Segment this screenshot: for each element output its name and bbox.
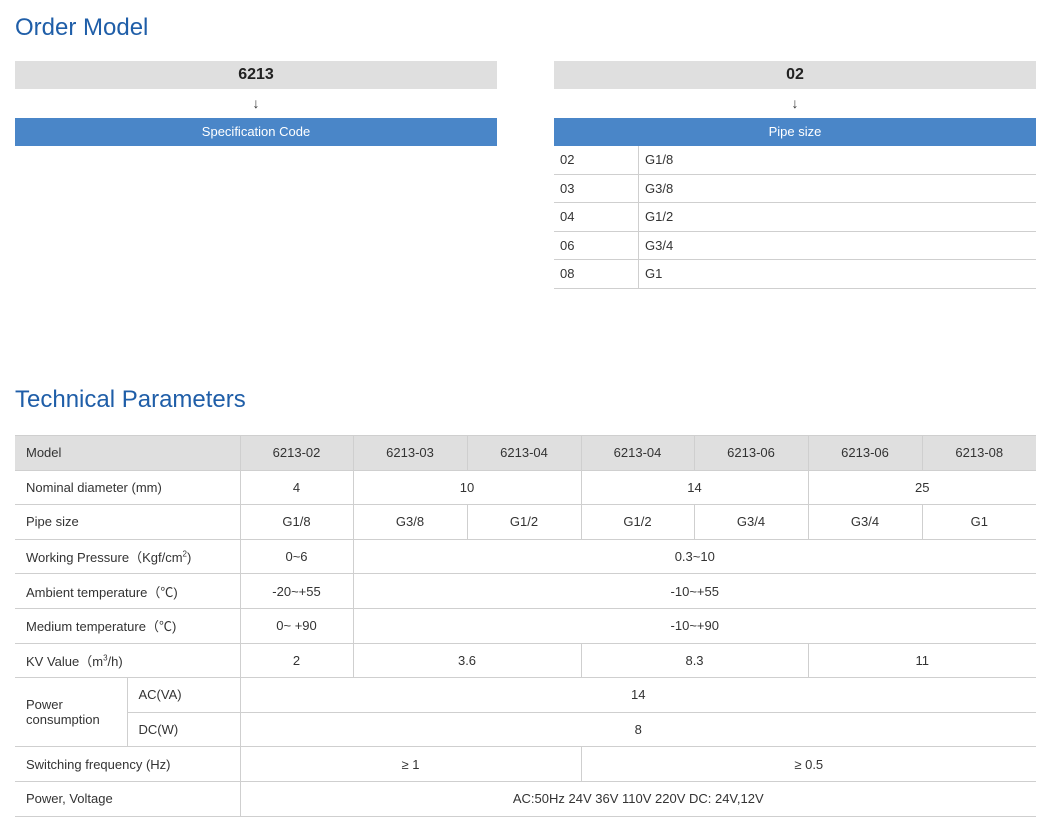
pressure-cell: 0~6 <box>239 539 354 575</box>
option-row: 04 G1/2 <box>554 202 1036 232</box>
power-ac-row: Power consumption AC(VA) 14 <box>15 677 1037 748</box>
model-cell: 6213-08 <box>921 435 1037 471</box>
pipe-cell: G1/2 <box>466 504 582 540</box>
switching-cell: ≥ 0.5 <box>580 746 1037 782</box>
switching-frequency-row: Switching frequency (Hz) ≥ 1 ≥ 0.5 <box>15 746 1037 782</box>
medium-cell: 0~ +90 <box>239 608 354 644</box>
pipe-size-header: Pipe size <box>554 118 1036 146</box>
switching-cell: ≥ 1 <box>239 746 582 782</box>
model-cell: 6213-04 <box>466 435 582 471</box>
medium-temperature-row: Medium temperature（℃) 0~ +90 -10~+90 <box>15 608 1037 644</box>
model-row: Model 6213-02 6213-03 6213-04 6213-04 62… <box>15 435 1037 471</box>
dc-value: 8 <box>239 712 1037 748</box>
nominal-cell: 10 <box>352 470 582 506</box>
ambient-cell: -20~+55 <box>239 573 354 609</box>
power-voltage-label: Power, Voltage <box>15 781 241 817</box>
kv-value-label: KV Value（m3/h) <box>15 643 241 679</box>
model-cell: 6213-03 <box>352 435 468 471</box>
option-code: 04 <box>554 202 639 232</box>
kv-cell: 3.6 <box>352 643 582 679</box>
pipe-cell: G1 <box>921 504 1037 540</box>
option-code: 08 <box>554 259 639 289</box>
power-dc-row: DC(W) 8 <box>15 712 1037 748</box>
pipe-size-code: 02 <box>554 61 1036 89</box>
technical-parameters-title: Technical Parameters <box>15 386 246 413</box>
pipe-cell: G3/8 <box>352 504 468 540</box>
option-code: 02 <box>554 146 639 175</box>
option-value: G3/8 <box>638 174 1036 203</box>
ambient-temperature-row: Ambient temperature（℃) -20~+55 -10~+55 <box>15 573 1037 609</box>
option-row: 06 G3/4 <box>554 231 1036 260</box>
kv-cell: 8.3 <box>580 643 809 679</box>
nominal-cell: 14 <box>580 470 809 506</box>
option-row: 03 G3/8 <box>554 174 1036 203</box>
spec-code-column: 6213 ↓ Specification Code <box>15 61 497 146</box>
kv-cell: 2 <box>239 643 354 679</box>
option-value: G3/4 <box>638 231 1036 260</box>
pipe-cell: G3/4 <box>693 504 809 540</box>
model-cell: 6213-02 <box>239 435 354 471</box>
pipe-size-column: 02 ↓ Pipe size 02 G1/8 03 G3/8 04 G1/2 06 G3… <box>554 61 1036 289</box>
ac-label: AC(VA) <box>126 677 241 713</box>
pressure-cell: 0.3~10 <box>352 539 1037 575</box>
ac-value: 14 <box>239 677 1037 713</box>
order-model-title: Order Model <box>15 14 149 41</box>
medium-temperature-label: Medium temperature（℃) <box>15 608 241 644</box>
model-label: Model <box>15 435 241 471</box>
model-code: 6213 <box>15 61 497 89</box>
power-voltage-row: Power, Voltage AC:50Hz 24V 36V 110V 220V… <box>15 781 1037 817</box>
option-row: 02 G1/8 <box>554 146 1036 175</box>
down-arrow-icon: ↓ <box>791 95 799 111</box>
nominal-cell: 25 <box>807 470 1037 506</box>
technical-parameters-table: Model 6213-02 6213-03 6213-04 6213-04 62… <box>15 435 1037 817</box>
working-pressure-row: Working Pressure（Kgf/cm2) 0~6 0.3~10 <box>15 539 1037 575</box>
kv-value-row: KV Value（m3/h) 2 3.6 8.3 11 <box>15 643 1037 679</box>
voltage-cell: AC:50Hz 24V 36V 110V 220V DC: 24V,12V <box>239 781 1037 817</box>
spec-code-header: Specification Code <box>15 118 497 146</box>
working-pressure-label: Working Pressure（Kgf/cm2) <box>15 539 241 575</box>
option-row: 08 G1 <box>554 259 1036 289</box>
model-cell: 6213-04 <box>580 435 695 471</box>
pipe-cell: G1/8 <box>239 504 354 540</box>
pipe-cell: G3/4 <box>807 504 923 540</box>
option-value: G1/2 <box>638 202 1036 232</box>
nominal-cell: 4 <box>239 470 354 506</box>
nominal-diameter-label: Nominal diameter (mm) <box>15 470 241 506</box>
pipe-size-label: Pipe size <box>15 504 241 540</box>
option-code: 03 <box>554 174 639 203</box>
option-code: 06 <box>554 231 639 260</box>
kv-cell: 11 <box>807 643 1037 679</box>
ambient-temperature-label: Ambient temperature（℃) <box>15 573 241 609</box>
down-arrow-icon: ↓ <box>252 95 260 111</box>
pipe-size-row: Pipe size G1/8 G3/8 G1/2 G1/2 G3/4 G3/4 … <box>15 504 1037 540</box>
dc-label: DC(W) <box>126 712 241 748</box>
medium-cell: -10~+90 <box>352 608 1037 644</box>
model-cell: 6213-06 <box>807 435 923 471</box>
switching-frequency-label: Switching frequency (Hz) <box>15 746 241 782</box>
pipe-cell: G1/2 <box>580 504 695 540</box>
option-value: G1 <box>638 259 1036 289</box>
option-value: G1/8 <box>638 146 1036 175</box>
model-cell: 6213-06 <box>693 435 809 471</box>
pipe-size-options: 02 G1/8 03 G3/8 04 G1/2 06 G3/4 08 G1 <box>554 146 1036 289</box>
nominal-diameter-row: Nominal diameter (mm) 4 10 14 25 <box>15 470 1037 506</box>
power-consumption-label: Power consumption <box>15 677 127 748</box>
ambient-cell: -10~+55 <box>352 573 1037 609</box>
